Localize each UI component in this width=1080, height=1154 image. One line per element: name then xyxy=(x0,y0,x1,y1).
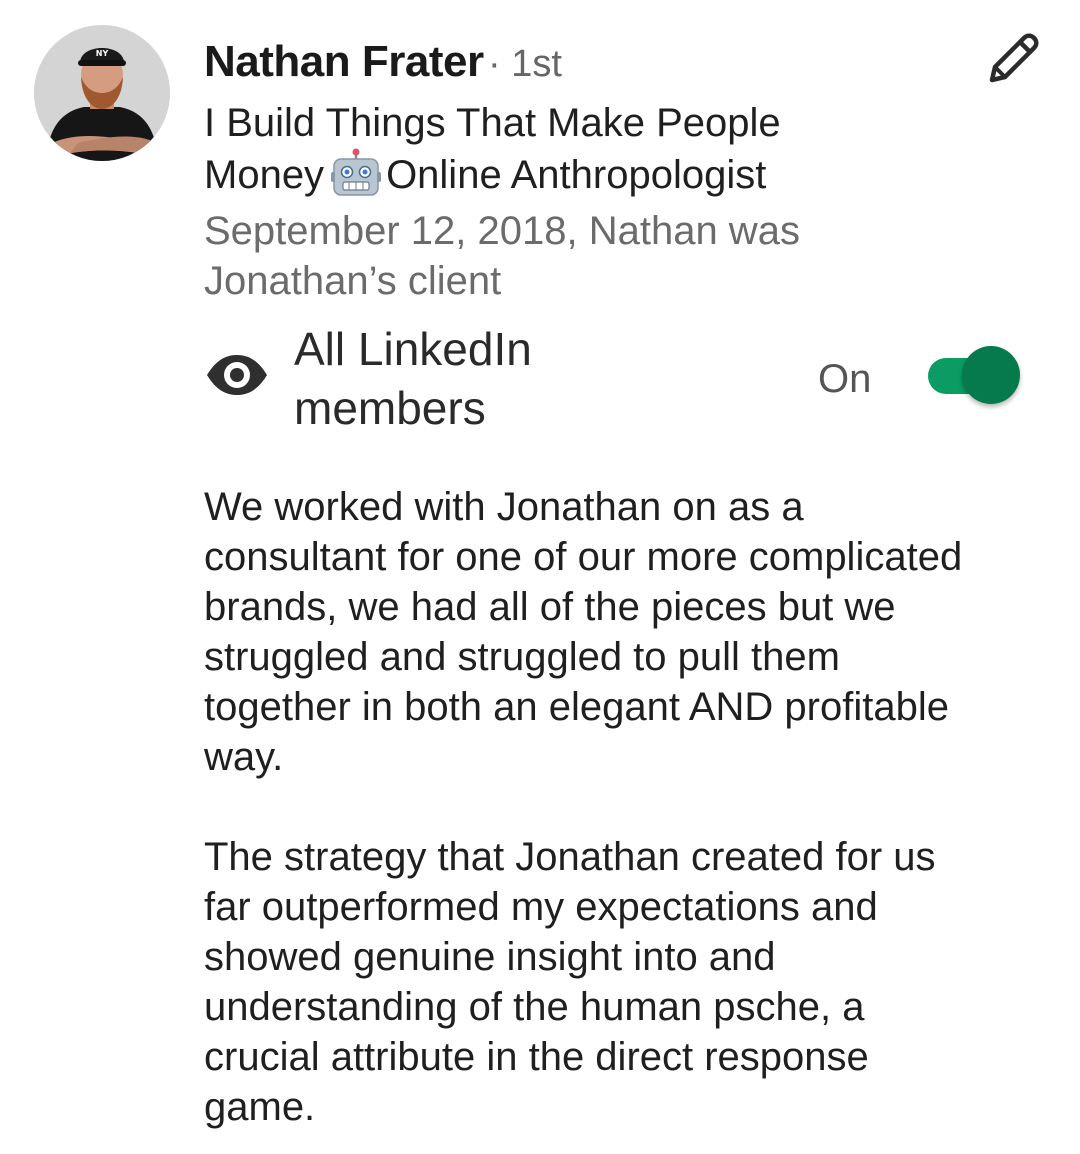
paragraph-1-line: brands, we had all of the pieces but we xyxy=(204,585,896,629)
headline-line: Money Online Anthropologist xyxy=(204,148,904,200)
paragraph-2-line: understanding of the human psche, a xyxy=(204,985,865,1029)
robot-face-icon xyxy=(331,148,382,196)
paragraph-2-line: far outperformed my expectations and xyxy=(204,885,878,929)
paragraph-2-line: game. xyxy=(204,1085,316,1129)
headline-text: Money xyxy=(204,153,325,197)
headline-text: Online Anthropologist xyxy=(386,153,767,197)
profile-headline: I Build Things That Make People Money On… xyxy=(204,98,904,200)
paragraph-2-line: crucial attribute in the direct response xyxy=(204,1035,869,1079)
profile-name[interactable]: Nathan Frater xyxy=(204,37,484,86)
svg-text:NY: NY xyxy=(96,49,109,58)
avatar-photo: NY xyxy=(34,25,170,161)
relation-line: September 12, 2018, Nathan was xyxy=(204,209,800,253)
paragraph-1-line: way. xyxy=(204,735,284,779)
paragraph-2-line: The strategy that Jonathan created for u… xyxy=(204,835,936,879)
relation-line: Jonathan’s client xyxy=(204,259,502,303)
paragraph-1-line: together in both an elegant AND profitab… xyxy=(204,685,949,729)
visibility-label: All LinkedIn members xyxy=(294,320,532,438)
visibility-toggle[interactable] xyxy=(926,346,1024,408)
connection-degree: · 1st xyxy=(488,43,562,85)
paragraph-1-line: We worked with Jonathan on as a xyxy=(204,485,804,529)
paragraph-1-line: consultant for one of our more complicat… xyxy=(204,535,963,579)
paragraph-1-line: struggled and struggled to pull them xyxy=(204,635,840,679)
paragraph-2-line: showed genuine insight into and xyxy=(204,935,776,979)
toggle-state-label: On xyxy=(818,357,872,401)
headline-line: I Build Things That Make People xyxy=(204,101,781,145)
pencil-icon xyxy=(989,33,1039,83)
visibility-label-line: All LinkedIn xyxy=(294,323,532,375)
toggle-knob[interactable] xyxy=(962,346,1020,404)
recommendation-text: We worked with Jonathan on as a consulta… xyxy=(204,482,1064,1132)
eye-icon xyxy=(207,355,267,395)
name-row: Nathan Frater · 1st xyxy=(204,36,562,98)
edit-button[interactable] xyxy=(978,26,1046,94)
avatar[interactable]: NY xyxy=(34,25,170,161)
visibility-label-line: members xyxy=(294,382,486,434)
relationship-info: September 12, 2018, Nathan was Jonathan’… xyxy=(204,206,904,306)
